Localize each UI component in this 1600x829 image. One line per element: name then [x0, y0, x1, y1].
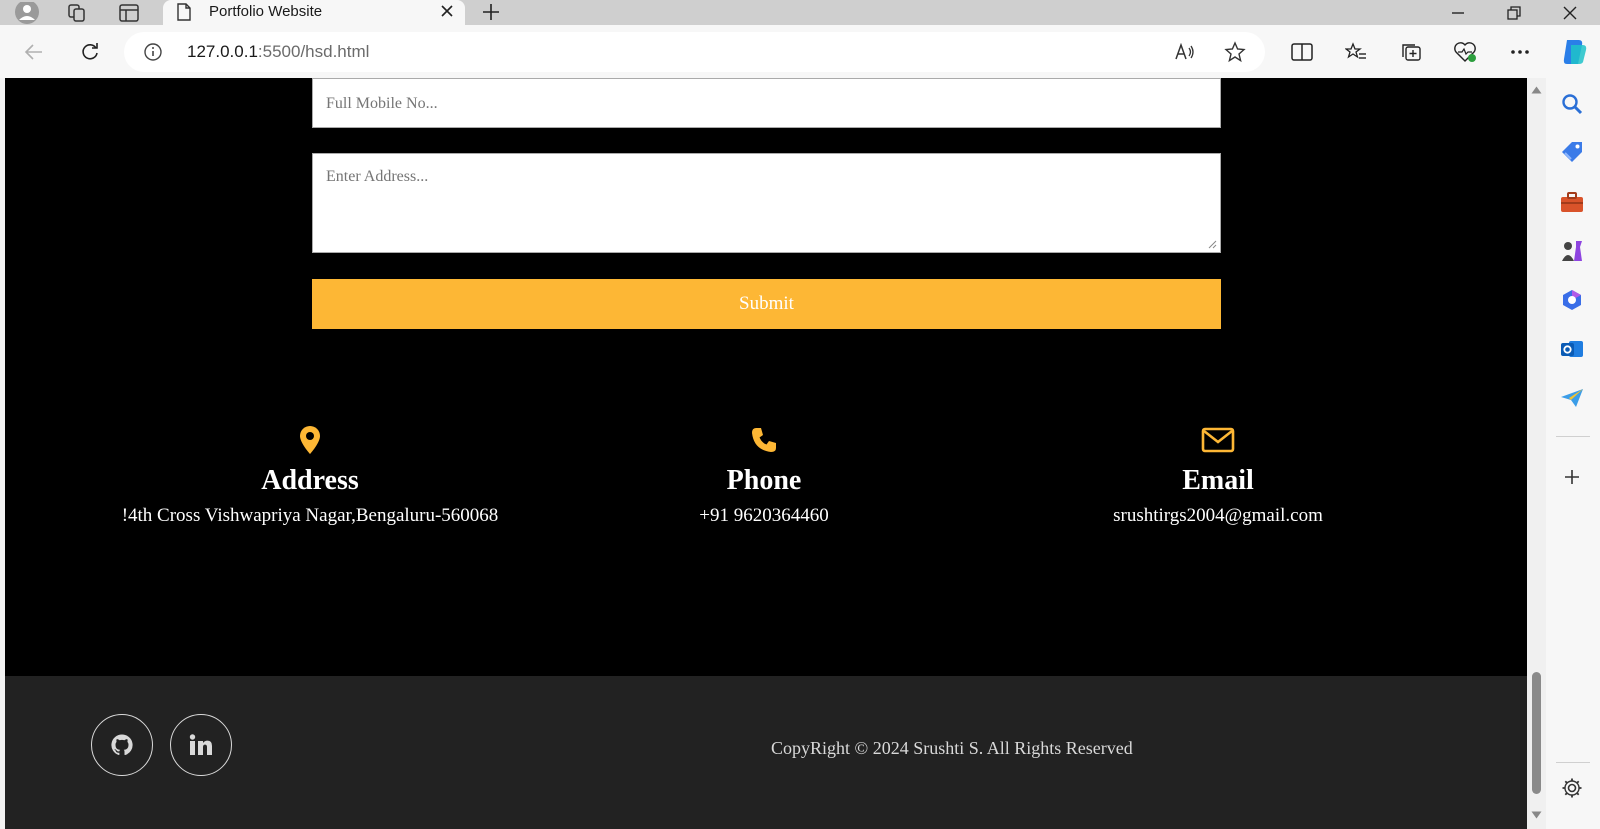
copilot-icon[interactable]: [1556, 35, 1592, 69]
submit-button[interactable]: Submit: [312, 279, 1221, 329]
phone-value: +91 9620364460: [699, 505, 829, 526]
gear-icon[interactable]: [1558, 774, 1586, 802]
url-host: 127.0.0.1: [187, 42, 258, 61]
close-window-icon[interactable]: [1548, 0, 1592, 25]
vertical-tabs-icon[interactable]: [114, 0, 144, 25]
shopping-tag-icon[interactable]: [1558, 138, 1586, 166]
page-scrollbar[interactable]: [1527, 78, 1546, 829]
github-link[interactable]: [91, 714, 153, 776]
send-plane-icon[interactable]: [1558, 384, 1586, 412]
url-text[interactable]: 127.0.0.1:5500/hsd.html: [187, 42, 369, 62]
site-footer: CopyRight © 2024 Srushti S. All Rights R…: [5, 676, 1527, 829]
scroll-down-arrow-icon[interactable]: [1531, 811, 1542, 819]
site-info-icon[interactable]: [138, 37, 168, 67]
favorite-star-icon[interactable]: [1220, 37, 1250, 67]
map-pin-icon: [100, 423, 520, 457]
address-placeholder: Enter Address...: [326, 168, 429, 185]
phone-heading: Phone: [726, 465, 802, 496]
close-tab-icon[interactable]: [439, 3, 455, 19]
github-icon: [111, 734, 133, 756]
browser-toolbar: 127.0.0.1:5500/hsd.html: [0, 25, 1600, 78]
address-value: !4th Cross Vishwapriya Nagar,Bengaluru-5…: [121, 505, 499, 526]
search-icon[interactable]: [1558, 90, 1586, 118]
add-icon[interactable]: [1558, 463, 1586, 491]
profile-icon[interactable]: [12, 0, 42, 25]
workspaces-icon[interactable]: [62, 0, 92, 25]
tools-briefcase-icon[interactable]: [1558, 188, 1586, 216]
restore-icon[interactable]: [1492, 0, 1536, 25]
tab-title: Portfolio Website: [209, 3, 323, 20]
games-icon[interactable]: [1558, 237, 1586, 265]
read-aloud-icon[interactable]: [1170, 37, 1200, 67]
phone-info: Phone +91 9620364460: [554, 423, 974, 531]
email-heading: Email: [1182, 465, 1254, 496]
page-viewport: Full Mobile No... Enter Address... Submi…: [5, 78, 1527, 829]
address-bar[interactable]: 127.0.0.1:5500/hsd.html: [124, 32, 1265, 72]
sidebar-divider: [1556, 762, 1590, 763]
scrollbar-thumb[interactable]: [1532, 672, 1541, 794]
url-path: :5500/hsd.html: [257, 42, 370, 61]
envelope-icon: [1008, 423, 1428, 457]
tab-strip: Portfolio Website: [0, 0, 1600, 25]
microsoft-365-icon[interactable]: [1558, 286, 1586, 314]
mobile-number-input[interactable]: Full Mobile No...: [312, 78, 1221, 128]
back-icon[interactable]: [16, 35, 52, 69]
resize-handle-icon[interactable]: [1207, 239, 1217, 249]
email-info: Email srushtirgs2004@gmail.com: [1008, 423, 1428, 531]
new-tab-icon[interactable]: [478, 0, 504, 25]
linkedin-icon: [189, 734, 212, 755]
refresh-icon[interactable]: [72, 35, 108, 69]
address-info: Address !4th Cross Vishwapriya Nagar,Ben…: [100, 423, 520, 531]
browser-sidebar: [1546, 78, 1600, 829]
outlook-icon[interactable]: [1558, 335, 1586, 363]
browser-essentials-icon[interactable]: [1447, 35, 1483, 69]
minimize-icon[interactable]: [1436, 0, 1480, 25]
phone-icon: [554, 423, 974, 457]
tab-portfolio-website[interactable]: Portfolio Website: [163, 0, 465, 25]
email-value: srushtirgs2004@gmail.com: [1113, 505, 1323, 526]
linkedin-link[interactable]: [170, 714, 232, 776]
collections-icon[interactable]: [1393, 35, 1429, 69]
more-options-icon[interactable]: [1502, 35, 1538, 69]
copyright-text: CopyRight © 2024 Srushti S. All Rights R…: [771, 738, 1133, 758]
page-icon: [177, 3, 191, 21]
sidebar-divider: [1556, 436, 1590, 437]
favorites-icon[interactable]: [1338, 35, 1374, 69]
address-textarea[interactable]: Enter Address...: [312, 153, 1221, 253]
scroll-up-arrow-icon[interactable]: [1531, 86, 1542, 94]
address-heading: Address: [261, 465, 359, 496]
split-screen-icon[interactable]: [1284, 35, 1320, 69]
